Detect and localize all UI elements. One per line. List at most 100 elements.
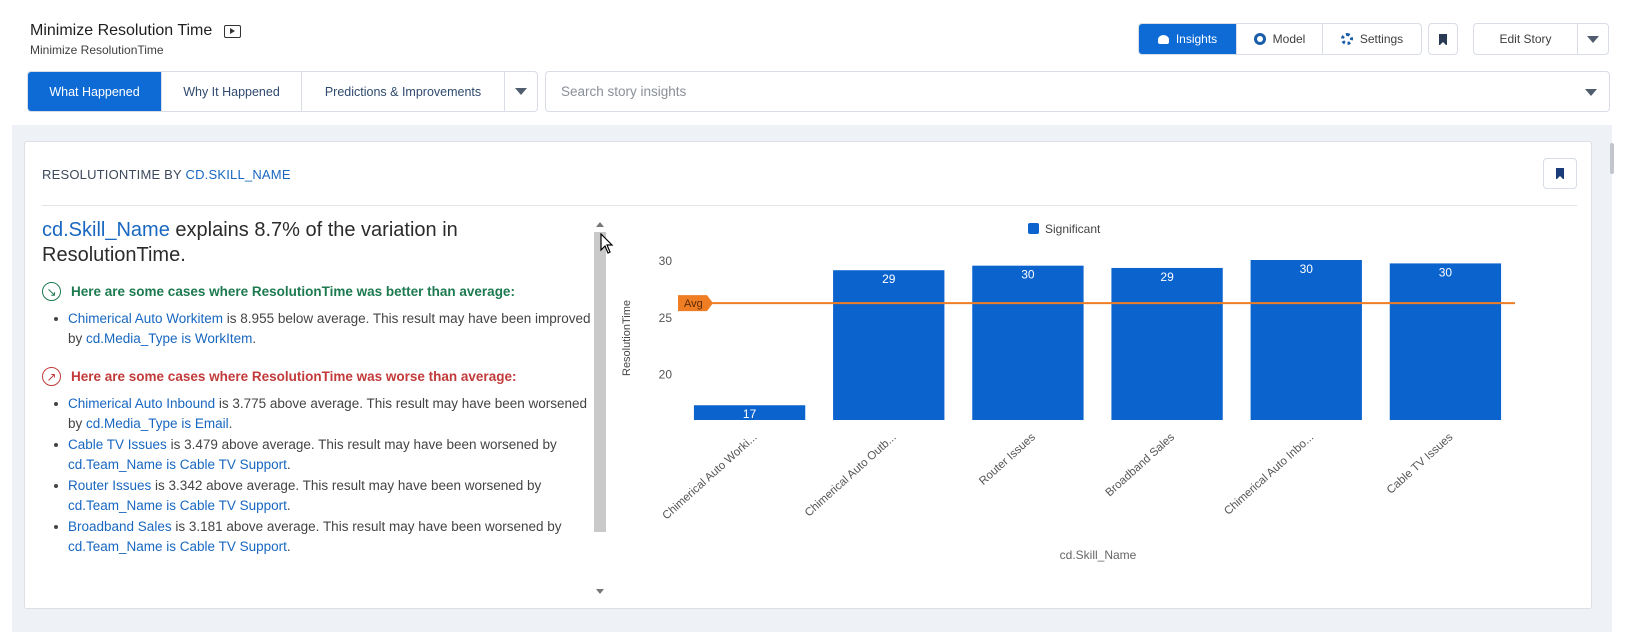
y-tick-label: 30 (659, 254, 673, 268)
arrow-up-right-icon: ↗ (42, 367, 61, 386)
card-title-field[interactable]: CD.SKILL_NAME (186, 167, 291, 182)
card-title: RESOLUTIONTIME BY CD.SKILL_NAME (42, 167, 291, 182)
scrollbar-thumb[interactable] (594, 232, 606, 532)
y-tick-label: 25 (659, 311, 673, 325)
edit-story-menu-button[interactable] (1578, 24, 1608, 54)
insight-narrative: cd.Skill_Name explains 8.7% of the varia… (42, 218, 597, 590)
worse-item-condition[interactable]: cd.Media_Type is Email (86, 416, 229, 431)
chevron-down-icon[interactable] (1585, 89, 1597, 96)
worse-item-link[interactable]: Router Issues (68, 478, 151, 493)
worse-item-end: . (286, 456, 291, 472)
legend-swatch (1028, 223, 1039, 234)
edit-story-button[interactable]: Edit Story (1474, 24, 1578, 54)
headline-field[interactable]: cd.Skill_Name (42, 219, 170, 241)
insight-headline: cd.Skill_Name explains 8.7% of the varia… (42, 218, 562, 268)
insights-button[interactable]: Insights (1139, 24, 1237, 54)
better-item-end: . (252, 330, 257, 346)
bar-value-label: 30 (1021, 268, 1035, 282)
chart-bar[interactable] (1389, 263, 1502, 420)
bookmark-icon (1556, 168, 1564, 180)
bar-value-label: 29 (1160, 270, 1174, 284)
worse-item: Router Issues is 3.342 above average. Th… (54, 476, 594, 515)
card-bookmark-button[interactable] (1543, 158, 1577, 189)
insights-icon (1157, 34, 1169, 44)
bar-value-label: 30 (1439, 265, 1453, 279)
chart-bar[interactable] (1111, 267, 1223, 420)
worse-item-link[interactable]: Broadband Sales (68, 519, 172, 534)
header: Minimize Resolution Time Minimize Resolu… (0, 0, 1625, 125)
worse-item-text: is 3.479 above average. This result may … (166, 437, 557, 452)
worse-heading-text: Here are some cases where ResolutionTime… (71, 369, 517, 384)
x-tick-label: Chimerical Auto Worki... (661, 431, 760, 522)
tab-predictions-improvements[interactable]: Predictions & Improvements (302, 72, 505, 111)
worse-item-text: is 3.181 above average. This result may … (171, 519, 562, 534)
worse-item-link[interactable]: Chimerical Auto Inbound (68, 396, 215, 411)
worse-item: Chimerical Auto Inbound is 3.775 above a… (54, 394, 594, 433)
bookmark-button[interactable] (1428, 23, 1458, 55)
story-tabs: What Happened Why It Happened Prediction… (27, 71, 538, 112)
chevron-down-icon (1587, 35, 1599, 43)
better-item: Chimerical Auto Workitem is 8.955 below … (54, 309, 594, 348)
tabs-more-button[interactable] (505, 72, 537, 111)
x-tick-label: Chimerical Auto Outb... (803, 431, 899, 519)
worse-item-condition[interactable]: cd.Team_Name is Cable TV Support (68, 539, 287, 554)
worse-item-condition[interactable]: cd.Team_Name is Cable TV Support (68, 498, 287, 513)
chevron-down-icon (515, 88, 527, 95)
x-tick-label: Cable TV Issues (1385, 431, 1456, 496)
worse-heading: ↗ Here are some cases where ResolutionTi… (42, 367, 597, 386)
legend-label: Significant (1045, 222, 1101, 236)
bar-value-label: 17 (743, 407, 757, 421)
better-item-condition[interactable]: cd.Media_Type is WorkItem (86, 331, 252, 346)
x-tick-label: Broadband Sales (1103, 431, 1177, 499)
story-title-row: Minimize Resolution Time (30, 22, 242, 40)
worse-item-text: is 3.342 above average. This result may … (151, 478, 542, 493)
worse-item-link[interactable]: Cable TV Issues (68, 437, 167, 452)
settings-label: Settings (1359, 32, 1404, 46)
search-box (545, 71, 1610, 112)
worse-item-condition[interactable]: cd.Team_Name is Cable TV Support (68, 457, 287, 472)
x-tick-label: Router Issues (977, 431, 1038, 488)
story-subtitle: Minimize ResolutionTime (30, 43, 164, 57)
chart-bar[interactable] (972, 265, 1084, 420)
y-axis-label: ResolutionTime (621, 300, 633, 376)
chart-bar[interactable] (833, 270, 945, 420)
worse-item: Cable TV Issues is 3.479 above average. … (54, 435, 594, 474)
worse-list: Chimerical Auto Inbound is 3.775 above a… (54, 394, 597, 556)
better-item-link[interactable]: Chimerical Auto Workitem (68, 311, 223, 326)
mouse-cursor-icon (600, 233, 614, 254)
model-button[interactable]: Model (1237, 24, 1323, 54)
scroll-down-icon[interactable] (596, 589, 604, 594)
chart-bar[interactable] (1250, 260, 1362, 420)
x-tick-label: Chimerical Auto Inbo... (1222, 431, 1316, 517)
resolution-time-chart: Significant 20 25 30 ResolutionTime 17 Chimeri… (621, 222, 1515, 562)
worse-item-end: . (228, 415, 233, 431)
card-title-prefix: RESOLUTIONTIME BY (42, 167, 182, 182)
edit-story-group: Edit Story (1473, 23, 1609, 55)
better-heading-text: Here are some cases where ResolutionTime… (71, 284, 515, 299)
card-divider (42, 205, 1577, 206)
gear-icon (1340, 33, 1353, 45)
play-icon[interactable] (224, 24, 242, 38)
better-list: Chimerical Auto Workitem is 8.955 below … (54, 309, 597, 348)
bar-value-label: 29 (882, 272, 896, 286)
search-input[interactable] (561, 84, 1541, 99)
scroll-up-icon[interactable] (596, 222, 604, 227)
worse-item-end: . (286, 538, 291, 554)
average-label: Avg (684, 298, 703, 310)
story-title: Minimize Resolution Time (30, 22, 213, 39)
tab-why-it-happened[interactable]: Why It Happened (162, 72, 302, 111)
bar-value-label: 30 (1300, 262, 1314, 276)
insights-label: Insights (1175, 32, 1218, 46)
tab-what-happened[interactable]: What Happened (28, 72, 162, 111)
model-label: Model (1272, 32, 1306, 46)
better-heading: ↘ Here are some cases where ResolutionTi… (42, 282, 597, 301)
page-scrollbar-thumb[interactable] (1610, 143, 1614, 174)
narrative-scrollbar[interactable] (593, 222, 606, 594)
settings-button[interactable]: Settings (1323, 24, 1421, 54)
view-toggle: Insights Model Settings (1138, 23, 1422, 55)
model-icon (1253, 33, 1266, 45)
worse-item-end: . (286, 497, 291, 513)
y-tick-label: 20 (659, 368, 673, 382)
x-axis-label: cd.Skill_Name (1060, 548, 1137, 562)
worse-item: Broadband Sales is 3.181 above average. … (54, 517, 594, 556)
